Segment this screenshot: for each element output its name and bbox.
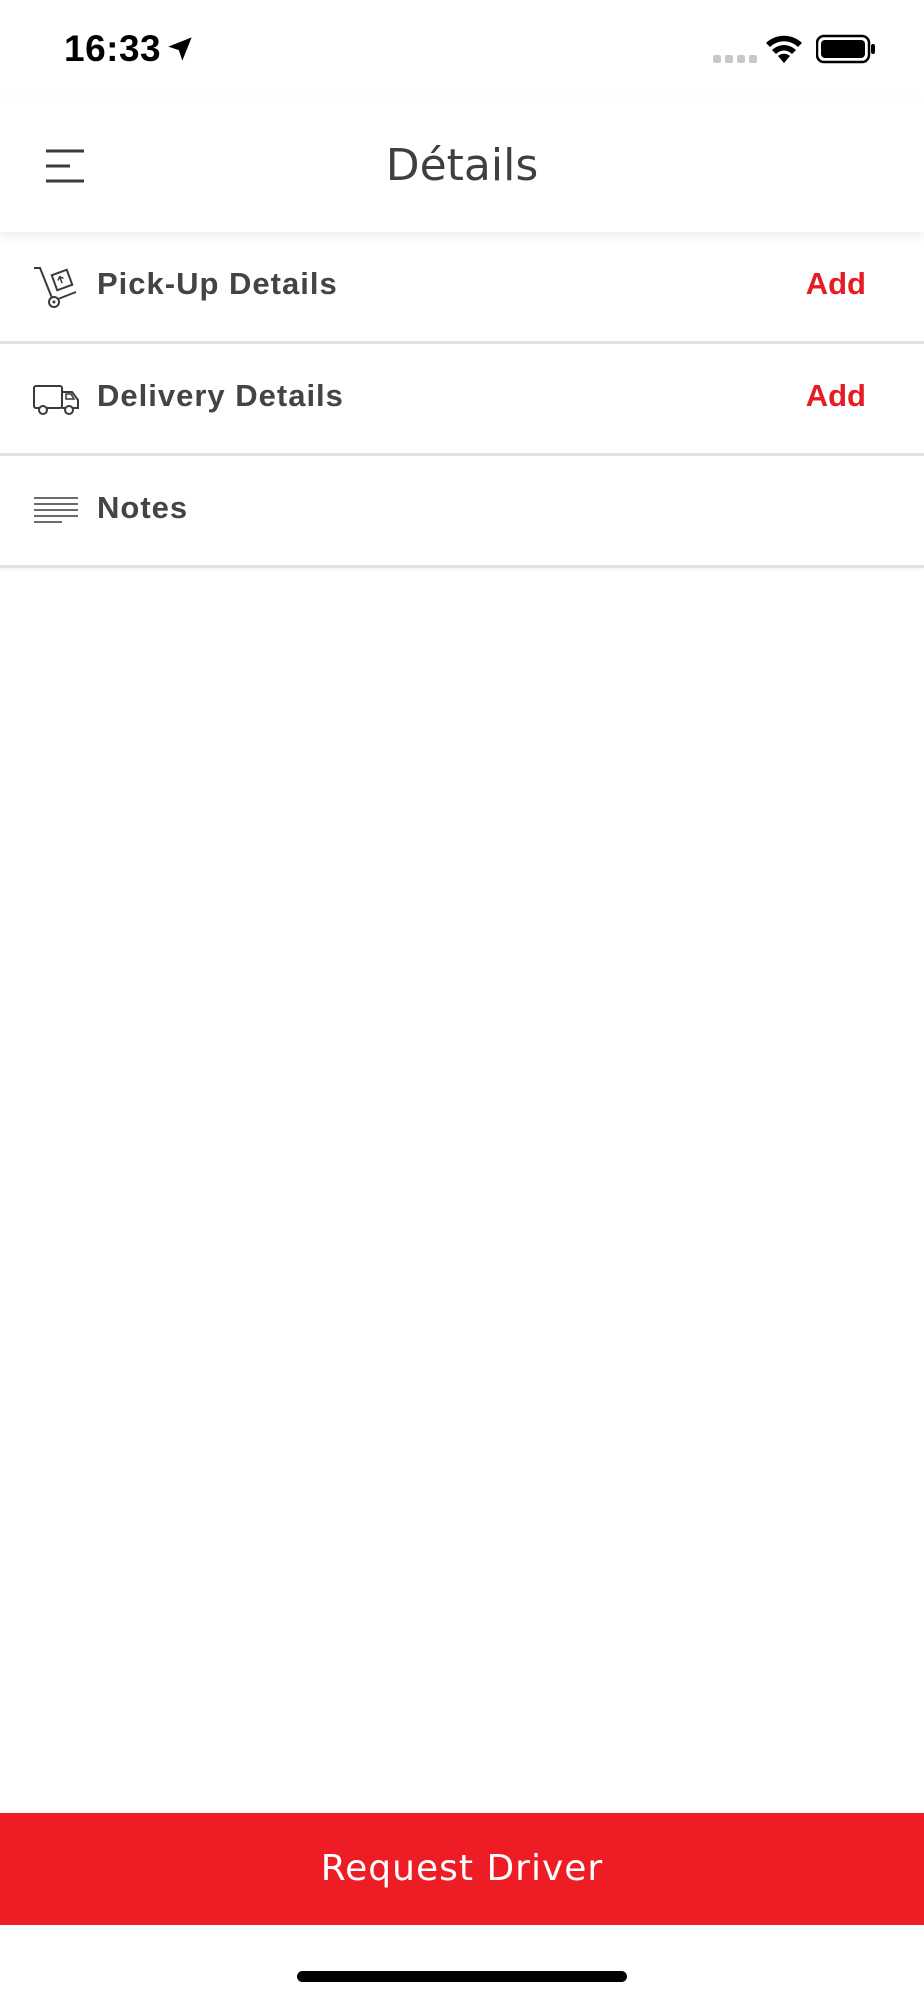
delivery-details-label: Delivery Details [97,378,344,413]
location-arrow-icon [168,37,192,61]
home-indicator [297,1971,627,1982]
pickup-add-button[interactable]: Add [806,266,866,302]
wifi-icon [766,35,802,63]
page-title: Détails [385,140,539,191]
battery-icon [816,34,875,64]
status-time: 16:33 [64,28,162,69]
details-list: Pick-Up Details Add Delivery Details Add… [0,232,924,568]
notes-lines-icon [34,497,78,523]
pickup-details-label: Pick-Up Details [97,266,338,301]
request-driver-button[interactable]: Request Driver [0,1813,924,1925]
cellular-signal-icon [713,55,757,63]
notes-label: Notes [97,490,189,525]
hand-truck-icon [34,267,77,308]
delivery-add-button[interactable]: Add [806,378,866,414]
notes-row[interactable]: Notes [0,456,924,568]
app-header: Détails [0,100,924,232]
truck-icon [33,385,79,415]
delivery-details-row[interactable]: Delivery Details Add [0,344,924,456]
pickup-details-row[interactable]: Pick-Up Details Add [0,232,924,344]
status-bar: 16:33 [0,0,924,100]
